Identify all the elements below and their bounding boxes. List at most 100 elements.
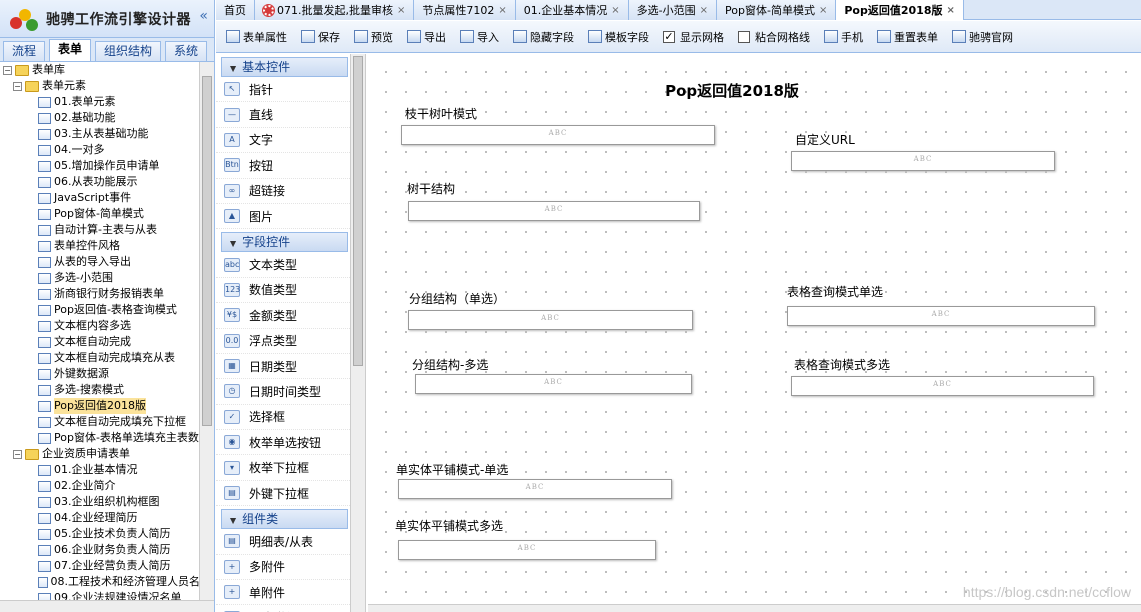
palette-group-header[interactable]: ▲ 字段控件 [221,232,348,253]
field-entity-multi-label[interactable]: 单实体平铺模式多选 [395,517,503,534]
tree-item[interactable]: Pop返回值2018版 [0,398,200,414]
toolbar-button-3[interactable]: 导出 [407,29,446,45]
tree-folder[interactable]: − 表单元素 [0,78,200,94]
left-tab-2[interactable]: 组织结构 [95,41,162,61]
tree-item[interactable]: Pop窗体-简单模式 [0,206,200,222]
tree-item[interactable]: 01.企业基本情况 [0,462,200,478]
expand-toggle-icon[interactable]: − [13,449,22,459]
field-branch-structure-input[interactable]: ABC [408,201,700,221]
tree-item[interactable]: 03.企业组织机构框图 [0,494,200,510]
palette-item[interactable]: ↖ 指针 [216,77,350,103]
field-table-query-single-label[interactable]: 表格查询模式单选 [787,283,883,300]
tree-vertical-scrollbar[interactable] [199,62,214,600]
palette-item[interactable]: abc 文本类型 [216,252,350,278]
palette-item[interactable]: ∞ 超链接 [216,179,350,204]
tree-item[interactable]: 文本框自动完成 [0,334,200,350]
palette-item[interactable]: ▲ 图片 [216,204,350,230]
tree-item[interactable]: 浙商银行财务报销表单 [0,286,200,302]
tree-item[interactable]: 02.基础功能 [0,110,200,126]
tree-item[interactable]: 04.一对多 [0,142,200,158]
field-custom-url-input[interactable]: ABC [791,151,1055,171]
expand-toggle-icon[interactable]: − [3,65,12,75]
toggle-7[interactable]: ✓ 显示网格 [663,29,724,45]
toolbar-button-0[interactable]: 表单属性 [226,29,287,45]
tree-item[interactable]: 01.表单元素 [0,94,200,110]
checkbox[interactable]: ✓ [663,30,675,43]
field-group-single-input[interactable]: ABC [408,310,693,330]
palette-item[interactable]: ▦ 日期类型 [216,354,350,380]
checkbox[interactable] [738,30,750,43]
left-tab-1[interactable]: 表单 [49,39,92,61]
palette-item[interactable]: ▤ 外键下拉框 [216,481,350,507]
tree-item[interactable]: Pop窗体-表格单选填充主表数 [0,430,200,446]
document-tab-4[interactable]: 多选-小范围 × [628,0,718,20]
close-icon[interactable]: × [611,1,619,20]
canvas-horizontal-scrollbar[interactable] [368,604,1141,612]
tree-item[interactable]: JavaScript事件 [0,190,200,206]
toggle-8[interactable]: 粘合网格线 [738,29,810,45]
field-table-query-single-input[interactable]: ABC [787,306,1095,326]
palette-item[interactable]: + 多附件 [216,555,350,581]
double-chevron-left-icon[interactable]: « [199,8,208,24]
tree-root[interactable]: − 表单库 [0,62,200,78]
palette-item[interactable]: 0.0 浮点类型 [216,329,350,354]
toolbar-button-1[interactable]: 保存 [301,29,340,45]
toolbar-button-11[interactable]: 驰骋官网 [952,29,1013,45]
field-group-single-label[interactable]: 分组结构（单选） [409,290,505,307]
close-icon[interactable]: × [498,1,506,20]
document-tab-3[interactable]: 01.企业基本情况 × [515,0,629,20]
document-tab-0[interactable]: 首页 [216,0,255,20]
palette-item[interactable]: ¥$ 金额类型 [216,303,350,329]
tree-folder[interactable]: − 企业资质申请表单 [0,446,200,462]
tree-item[interactable]: 09.企业法规建设情况名单 [0,590,200,600]
left-tab-3[interactable]: 系统 [165,41,208,61]
palette-item[interactable]: 123 数值类型 [216,278,350,304]
tree-item[interactable]: Pop返回值-表格查询模式 [0,302,200,318]
tree-item[interactable]: 04.企业经理简历 [0,510,200,526]
document-tab-5[interactable]: Pop窗体-简单模式 × [717,0,837,20]
form-canvas[interactable]: Pop返回值2018版 枝干树叶模式 ABC 自定义URL ABC 树干结构 ABC 分组结… [368,54,1141,604]
document-tab-1[interactable]: 071.批量发起,批量审核 × [255,0,415,20]
close-icon[interactable]: × [700,1,708,20]
left-tab-0[interactable]: 流程 [3,41,46,61]
tree-item[interactable]: 05.企业技术负责人简历 [0,526,200,542]
toolbar-button-4[interactable]: 导入 [460,29,499,45]
toolbar-button-5[interactable]: 隐藏字段 [513,29,574,45]
palette-item[interactable]: ◉ 枚举单选按钮 [216,430,350,456]
palette-group-header[interactable]: ▲ 组件类 [221,509,348,530]
palette-item[interactable]: ▾ 枚举下拉框 [216,455,350,481]
tree-item[interactable]: 表单控件风格 [0,238,200,254]
toolbar-button-6[interactable]: 模板字段 [588,29,649,45]
field-branch-leaf-label[interactable]: 枝干树叶模式 [405,105,477,122]
field-table-query-multi-input[interactable]: ABC [791,376,1094,396]
field-group-multi-input[interactable]: ABC [415,374,692,394]
tree-item[interactable]: 多选-小范围 [0,270,200,286]
palette-item[interactable]: ◷ 日期时间类型 [216,379,350,405]
field-table-query-multi-label[interactable]: 表格查询模式多选 [794,356,890,373]
close-icon[interactable]: × [397,1,405,20]
palette-item[interactable]: — 直线 [216,102,350,128]
tree-item[interactable]: 文本框自动完成填充下拉框 [0,414,200,430]
field-entity-single-label[interactable]: 单实体平铺模式-单选 [396,461,508,478]
tree-horizontal-scrollbar[interactable] [0,600,214,612]
tree-item[interactable]: 06.企业财务负责人简历 [0,542,200,558]
document-tab-2[interactable]: 节点属性7102 × [414,0,516,20]
expand-toggle-icon[interactable]: − [13,81,22,91]
field-custom-url-label[interactable]: 自定义URL [795,131,855,148]
field-entity-multi-input[interactable]: ABC [398,540,656,560]
close-icon[interactable]: × [819,1,827,20]
palette-item[interactable]: + 单附件 [216,580,350,606]
tree-item[interactable]: 外键数据源 [0,366,200,382]
tree-item[interactable]: 05.增加操作员申请单 [0,158,200,174]
tree-item[interactable]: 02.企业简介 [0,478,200,494]
tree-item[interactable]: 08.工程技术和经济管理人员名 [0,574,200,590]
palette-item[interactable]: ✓ 选择框 [216,405,350,431]
tree-item[interactable]: 文本框自动完成填充从表 [0,350,200,366]
tree-item[interactable]: 03.主从表基础功能 [0,126,200,142]
field-branch-structure-label[interactable]: 树干结构 [407,180,455,197]
field-entity-single-input[interactable]: ABC [398,479,672,499]
palette-group-header[interactable]: ▲ 基本控件 [221,57,348,77]
field-group-multi-label[interactable]: 分组结构-多选 [412,356,488,373]
document-tab-6[interactable]: Pop返回值2018版 × [836,0,964,20]
palette-vertical-scrollbar[interactable] [350,54,366,612]
